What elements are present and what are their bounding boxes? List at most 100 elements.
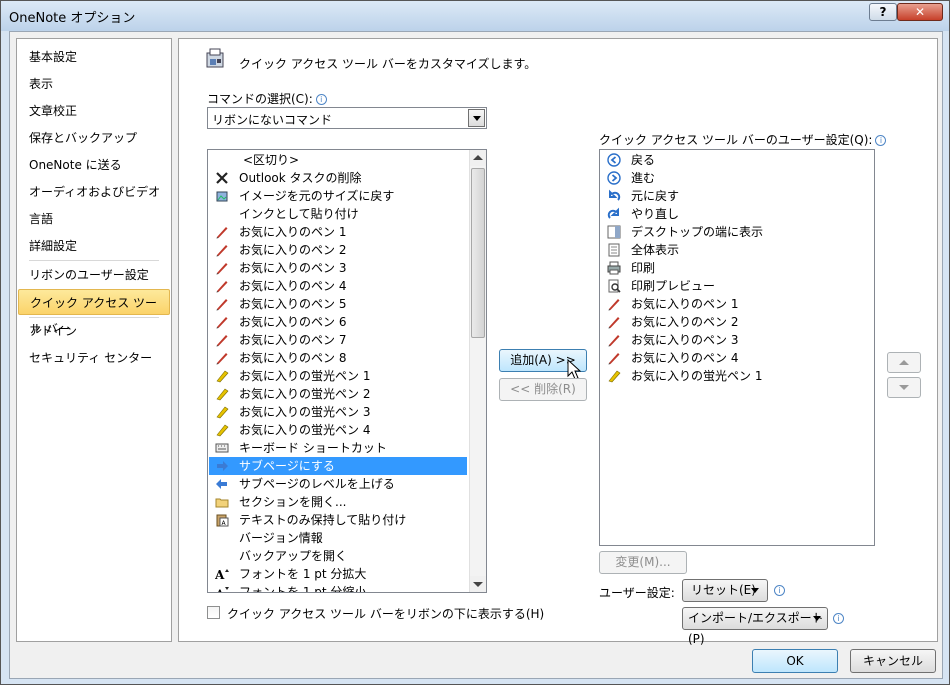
- window-title: OneNote オプション: [9, 11, 136, 26]
- commands-list[interactable]: <区切り> Outlook タスクの削除イメージを元のサイズに戻すインクとして貼り…: [207, 149, 487, 593]
- command-list-item[interactable]: お気に入りの蛍光ペン 1: [209, 367, 467, 385]
- title-bar[interactable]: OneNote オプション ? ✕: [1, 1, 949, 31]
- command-list-item-label: イメージを元のサイズに戻す: [239, 189, 395, 203]
- qat-list-item-label: 戻る: [631, 153, 656, 167]
- undo-icon: [609, 189, 621, 201]
- command-list-item[interactable]: お気に入りのペン 2: [209, 241, 467, 259]
- command-list-item[interactable]: お気に入りのペン 6: [209, 313, 467, 331]
- command-list-item[interactable]: A フォントを 1 pt 分拡大: [209, 565, 467, 583]
- command-list-item-label: お気に入りのペン 3: [239, 261, 347, 275]
- command-list-item[interactable]: お気に入りのペン 7: [209, 331, 467, 349]
- arrow-left-icon: [216, 479, 227, 489]
- help-button[interactable]: ?: [869, 3, 897, 21]
- sidebar-item-general[interactable]: 基本設定: [18, 44, 170, 70]
- sidebar-item-audio-video[interactable]: オーディオおよびビデオ: [18, 179, 170, 205]
- qat-list-item[interactable]: お気に入りのペン 3: [601, 331, 873, 349]
- qat-list-item-label: 全体表示: [631, 243, 680, 257]
- reset-button-label: リセット(E): [691, 583, 756, 597]
- ok-button[interactable]: OK: [752, 649, 838, 673]
- qat-list-item[interactable]: お気に入りの蛍光ペン 1: [601, 367, 873, 385]
- info-icon: i: [315, 94, 327, 105]
- cancel-button[interactable]: キャンセル: [850, 649, 936, 673]
- full-page-icon: [608, 243, 620, 257]
- command-list-item[interactable]: A テキストのみ保持して貼り付け: [209, 511, 467, 529]
- qat-list-item-label: 元に戻す: [631, 189, 680, 203]
- command-list-item[interactable]: お気に入りの蛍光ペン 3: [209, 403, 467, 421]
- pen-icon: [216, 245, 228, 257]
- svg-text:A: A: [215, 589, 224, 593]
- scroll-up-button[interactable]: [470, 150, 486, 166]
- qat-list-item[interactable]: お気に入りのペン 4: [601, 349, 873, 367]
- image-reset-icon: [216, 191, 228, 202]
- command-list-item[interactable]: お気に入りのペン 3: [209, 259, 467, 277]
- chevron-down-icon[interactable]: [468, 109, 485, 127]
- font-shrink-icon: A: [215, 587, 229, 593]
- qat-list-item-label: デスクトップの端に表示: [631, 225, 764, 239]
- qat-list-item[interactable]: お気に入りのペン 1: [601, 295, 873, 313]
- scroll-down-button[interactable]: [470, 576, 486, 592]
- scroll-thumb[interactable]: [471, 168, 485, 338]
- info-icon: i: [774, 585, 785, 596]
- qat-list-item[interactable]: デスクトップの端に表示: [601, 223, 873, 241]
- reset-dropdown-button[interactable]: リセット(E): [682, 579, 768, 602]
- command-list-item-label: お気に入りのペン 8: [239, 351, 347, 365]
- command-list-item[interactable]: サブページのレベルを上げる: [209, 475, 467, 493]
- command-list-item[interactable]: バックアップを開く: [209, 547, 467, 565]
- command-list-item[interactable]: お気に入りのペン 5: [209, 295, 467, 313]
- remove-button[interactable]: << 削除(R): [499, 378, 587, 401]
- sidebar-item-language[interactable]: 言語: [18, 206, 170, 232]
- print-preview-icon: [608, 279, 621, 293]
- sidebar-item-advanced[interactable]: 詳細設定: [18, 233, 170, 259]
- command-select-dropdown[interactable]: リボンにないコマンド: [207, 107, 487, 129]
- qat-list-item[interactable]: 戻る: [601, 151, 873, 169]
- qat-list-item[interactable]: 印刷プレビュー: [601, 277, 873, 295]
- command-list-item[interactable]: Outlook タスクの削除: [209, 169, 467, 187]
- qat-list-item[interactable]: 進む: [601, 169, 873, 187]
- command-list-item[interactable]: サブページにする: [209, 457, 467, 475]
- qat-items-list[interactable]: 戻る進む元に戻すやり直しデスクトップの端に表示 全体表示印刷 印刷プレビュー お気に入…: [599, 149, 875, 546]
- command-list-item[interactable]: お気に入りの蛍光ペン 2: [209, 385, 467, 403]
- sidebar-item-customize-ribbon[interactable]: リボンのユーザー設定: [18, 262, 170, 288]
- command-list-item[interactable]: お気に入りのペン 1: [209, 223, 467, 241]
- command-list-item[interactable]: キーボード ショートカット: [209, 439, 467, 457]
- sidebar-item-save-backup[interactable]: 保存とバックアップ: [18, 125, 170, 151]
- command-list-item[interactable]: イメージを元のサイズに戻す: [209, 187, 467, 205]
- info-icon: i: [833, 613, 844, 624]
- close-button[interactable]: ✕: [897, 3, 943, 21]
- command-list-item-label: サブページにする: [239, 459, 335, 473]
- move-up-button[interactable]: [887, 352, 921, 373]
- command-list-item[interactable]: セクションを開く...: [209, 493, 467, 511]
- qat-customize-icon: [206, 48, 224, 68]
- import-export-dropdown-button[interactable]: インポート/エクスポート(P): [682, 607, 828, 646]
- highlighter-icon: [608, 370, 621, 383]
- sidebar-item-proofing[interactable]: 文章校正: [18, 98, 170, 124]
- qat-list-item[interactable]: 元に戻す: [601, 187, 873, 205]
- qat-list-item[interactable]: 印刷: [601, 259, 873, 277]
- sidebar-item-display[interactable]: 表示: [18, 71, 170, 97]
- qat-list-item[interactable]: 全体表示: [601, 241, 873, 259]
- sidebar-item-addins[interactable]: アドイン: [18, 318, 170, 344]
- command-list-item[interactable]: インクとして貼り付け: [209, 205, 467, 223]
- command-list-item[interactable]: バージョン情報: [209, 529, 467, 547]
- show-below-ribbon-checkbox[interactable]: [207, 606, 220, 619]
- command-list-item[interactable]: <区切り>: [209, 151, 467, 169]
- sidebar-item-quick-access-toolbar[interactable]: クイック アクセス ツール バー: [18, 289, 170, 336]
- qat-list-item[interactable]: お気に入りのペン 2: [601, 313, 873, 331]
- command-list-item[interactable]: お気に入りのペン 4: [209, 277, 467, 295]
- move-down-button[interactable]: [887, 377, 921, 398]
- delete-x-icon: [216, 172, 228, 184]
- command-select-label-wrap: コマンドの選択(C): i: [207, 90, 327, 107]
- show-below-ribbon-label[interactable]: クイック アクセス ツール バーをリボンの下に表示する(H): [227, 605, 544, 622]
- command-list-item[interactable]: お気に入りのペン 8: [209, 349, 467, 367]
- command-list-item[interactable]: A フォントを 1 pt 分縮小: [209, 583, 467, 593]
- sidebar-item-trust-center[interactable]: セキュリティ センター: [18, 345, 170, 371]
- panel-header: クイック アクセス ツール バーをカスタマイズします。: [239, 57, 537, 71]
- sidebar-item-send-to[interactable]: OneNote に送る: [18, 152, 170, 178]
- command-select-value: リボンにないコマンド: [212, 113, 333, 127]
- pen-icon: [216, 299, 228, 311]
- modify-button[interactable]: 変更(M)...: [599, 551, 687, 574]
- commands-scrollbar[interactable]: [469, 150, 486, 592]
- command-list-item[interactable]: お気に入りの蛍光ペン 4: [209, 421, 467, 439]
- qat-list-item[interactable]: やり直し: [601, 205, 873, 223]
- font-grow-icon: A: [215, 568, 229, 581]
